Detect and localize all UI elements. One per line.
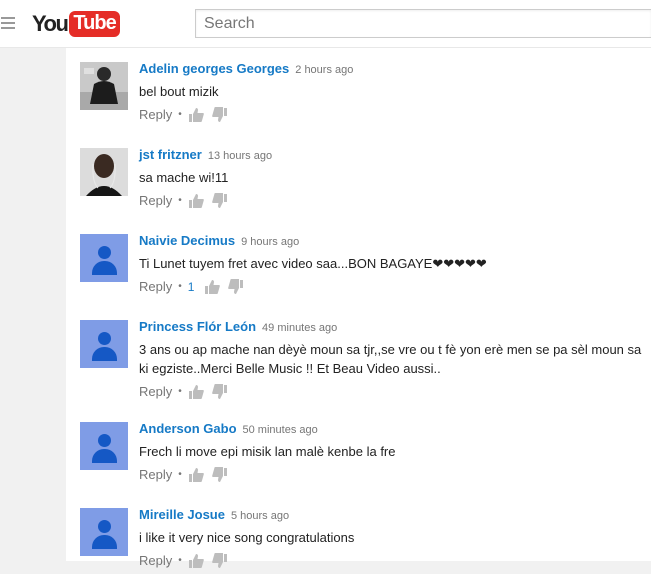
comment-time[interactable]: 49 minutes ago [262,322,337,334]
comment-author[interactable]: Mireille Josue [139,507,225,522]
comment-author[interactable]: Naivie Decimus [139,233,235,248]
logo-tube: Tube [69,11,120,37]
thumbs-down-icon[interactable] [211,107,228,123]
reply-button[interactable]: Reply [139,466,172,484]
comment-author[interactable]: jst fritzner [139,147,202,162]
separator-dot: • [178,469,182,480]
youtube-logo[interactable]: You Tube [32,10,120,38]
comment-time[interactable]: 50 minutes ago [243,424,318,436]
reply-button[interactable]: Reply [139,278,172,296]
comments-panel: Adelin georges Georges 2 hours ago bel bo… [66,48,651,568]
thumbs-up-icon[interactable] [188,384,204,400]
comment-author[interactable]: Anderson Gabo [139,421,237,436]
comment-author[interactable]: Princess Flór León [139,319,256,334]
avatar[interactable] [80,148,128,196]
menu-icon[interactable] [1,17,15,29]
logo-you: You [32,11,69,36]
comment: Anderson Gabo 50 minutes ago Frech li mov… [66,414,651,482]
separator-dot: • [178,555,182,566]
comment-time[interactable]: 5 hours ago [231,510,289,522]
comment: Princess Flór León 49 minutes ago 3 ans o… [66,312,651,399]
reply-button[interactable]: Reply [139,383,172,401]
separator-dot: • [178,109,182,120]
masthead: You Tube [0,0,651,48]
avatar[interactable] [80,62,128,110]
comment-time[interactable]: 13 hours ago [208,150,272,162]
comment: Naivie Decimus 9 hours ago Ti Lunet tuyem… [66,226,651,294]
thumbs-up-icon[interactable] [188,553,204,569]
separator-dot: • [178,195,182,206]
thumbs-up-icon[interactable] [188,193,204,209]
comment-text: bel bout mizik [139,84,219,99]
avatar[interactable] [80,508,128,556]
comment-text: Frech li move epi misik lan malè kenbe l… [139,444,396,459]
comment-text: i like it very nice song congratulations [139,530,355,545]
comment-text: 3 ans ou ap mache nan dèyè moun sa tjr,,… [139,342,642,376]
comment: Mireille Josue 5 hours ago i like it very… [66,500,651,568]
thumbs-up-icon[interactable] [188,467,204,483]
comment-author[interactable]: Adelin georges Georges [139,61,289,76]
reply-button[interactable]: Reply [139,192,172,210]
comment-text: sa mache wi!11 [139,170,229,185]
thumbs-up-icon[interactable] [204,279,221,295]
thumbs-down-icon[interactable] [211,467,228,483]
search-input[interactable] [195,9,651,38]
avatar[interactable] [80,234,128,282]
separator-dot: • [178,386,182,397]
reply-button[interactable]: Reply [139,552,172,570]
separator-dot: • [178,281,182,292]
comment-text: Ti Lunet tuyem fret avec video saa...BON… [139,256,487,271]
comment-time[interactable]: 9 hours ago [241,236,299,248]
thumbs-up-icon[interactable] [188,107,204,123]
thumbs-down-icon[interactable] [228,279,244,295]
avatar[interactable] [80,422,128,470]
reply-button[interactable]: Reply [139,106,172,124]
avatar[interactable] [80,320,128,368]
like-count: 1 [187,280,195,294]
comment-time[interactable]: 2 hours ago [295,64,353,76]
thumbs-down-icon[interactable] [211,193,228,209]
thumbs-down-icon[interactable] [211,384,228,400]
thumbs-down-icon[interactable] [211,553,228,569]
